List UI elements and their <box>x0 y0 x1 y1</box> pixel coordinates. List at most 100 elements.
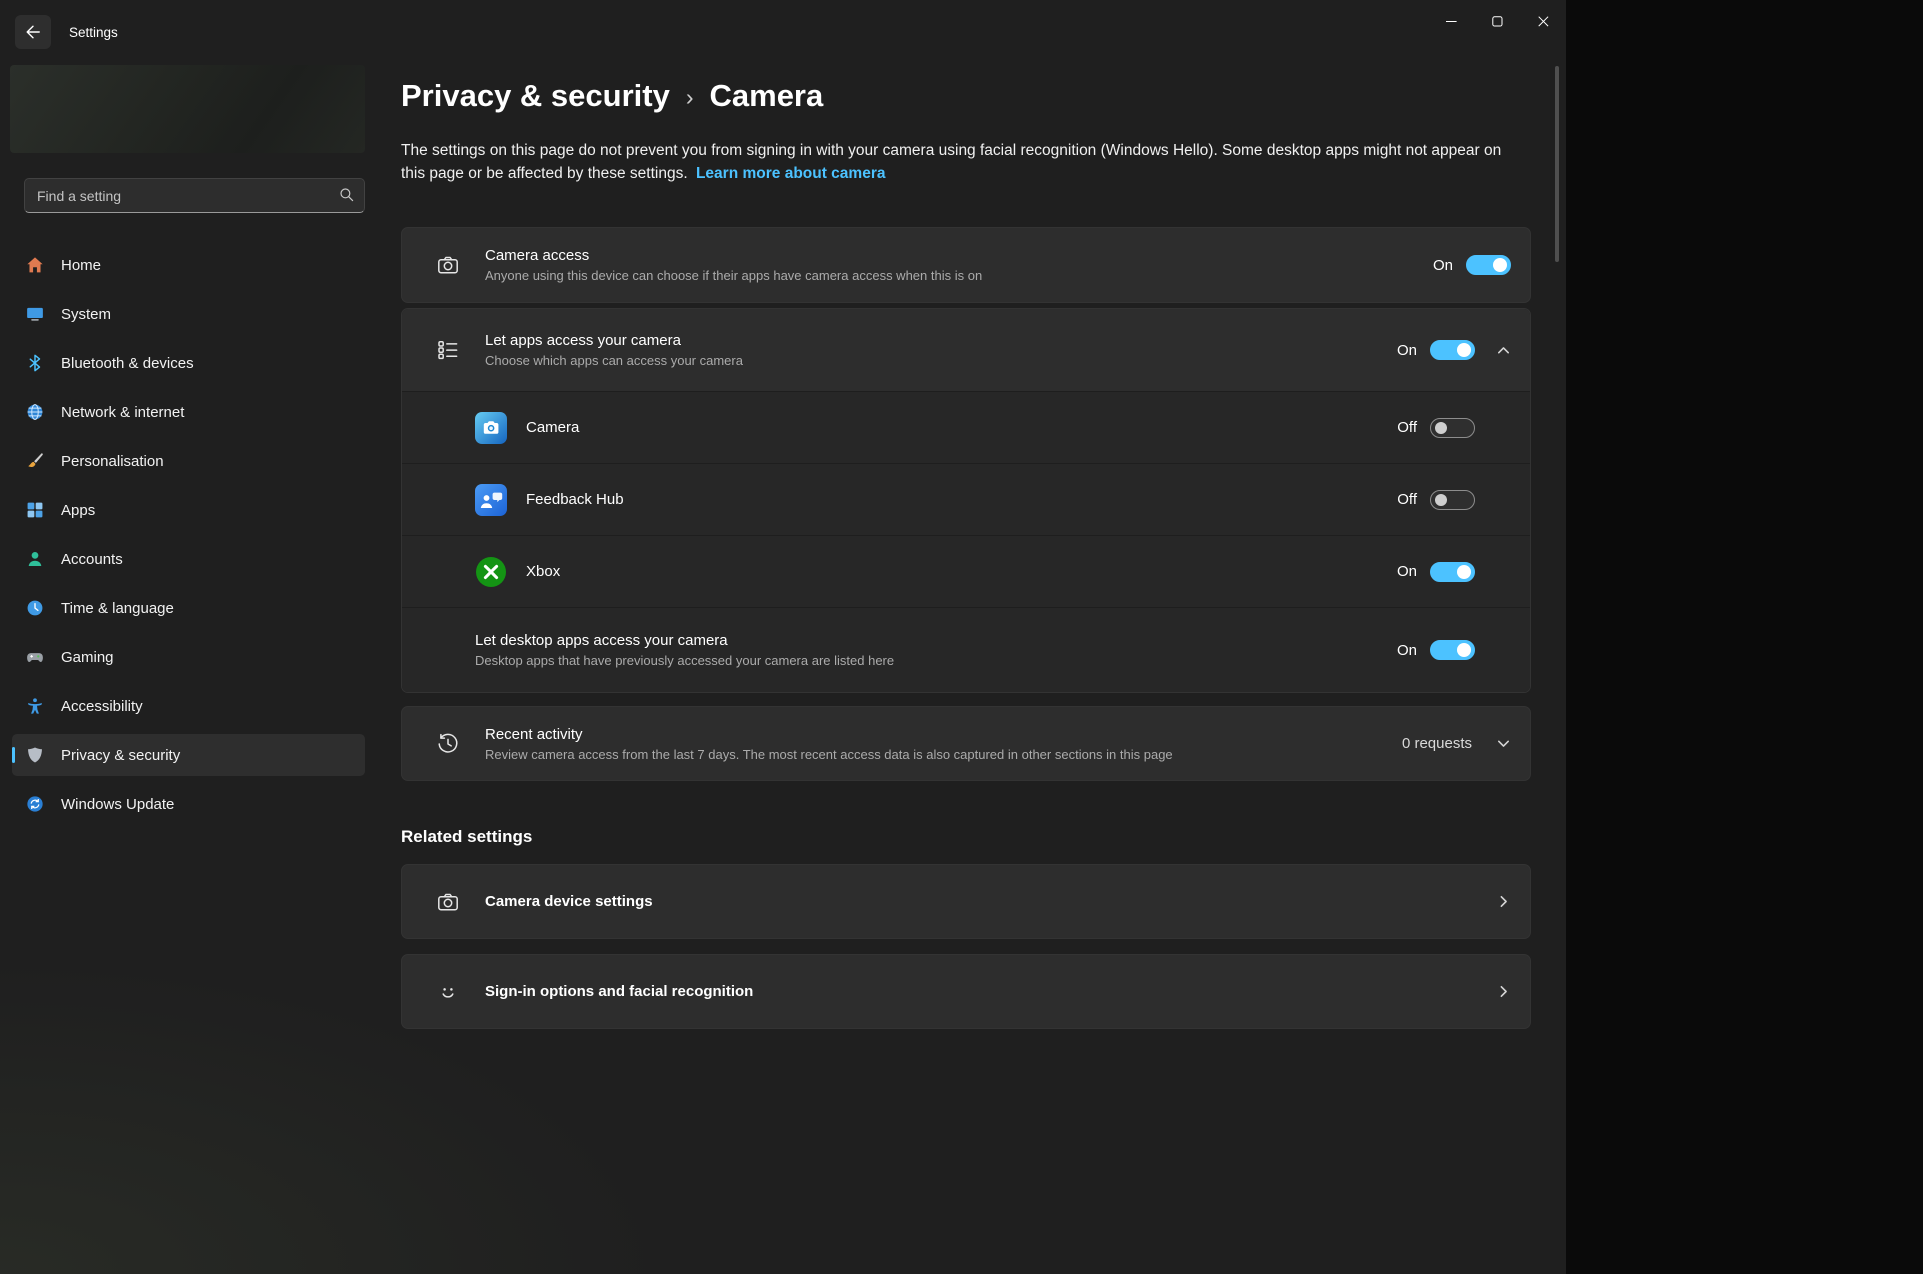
setting-description: Review camera access from the last 7 day… <box>485 747 1402 762</box>
setting-title: Let desktop apps access your camera <box>475 632 1397 649</box>
let-apps-header[interactable]: Let apps access your camera Choose which… <box>402 309 1530 391</box>
sidebar-item-accounts[interactable]: Accounts <box>12 538 365 580</box>
related-item-label: Sign-in options and facial recognition <box>485 983 1475 1000</box>
history-icon <box>436 732 460 756</box>
app-row-xbox: Xbox On <box>402 535 1530 607</box>
camera-icon <box>436 890 460 914</box>
sidebar-item-time-language[interactable]: Time & language <box>12 587 365 629</box>
toggle-state-label: On <box>1433 257 1453 274</box>
let-apps-toggle[interactable] <box>1430 340 1475 360</box>
sidebar-item-gaming[interactable]: Gaming <box>12 636 365 678</box>
breadcrumb: Privacy & security › Camera <box>401 78 1531 114</box>
recent-activity-card[interactable]: Recent activity Review camera access fro… <box>401 706 1531 781</box>
apps-list-icon <box>436 338 460 362</box>
personalisation-icon <box>26 452 44 470</box>
close-button[interactable] <box>1520 0 1566 42</box>
network-icon <box>26 403 44 421</box>
sidebar-item-system[interactable]: System <box>12 293 365 335</box>
learn-more-link[interactable]: Learn more about camera <box>696 165 886 182</box>
chevron-right-icon <box>1496 984 1511 999</box>
feedback-hub-icon <box>475 484 507 516</box>
setting-description: Choose which apps can access your camera <box>485 353 1397 368</box>
desktop-apps-toggle[interactable] <box>1430 640 1475 660</box>
camera-access-card: Camera access Anyone using this device c… <box>401 227 1531 303</box>
window-controls <box>1428 0 1566 42</box>
scrollbar-thumb[interactable] <box>1555 66 1559 262</box>
related-settings-heading: Related settings <box>401 827 1531 847</box>
search-icon <box>339 187 355 203</box>
page-title: Camera <box>710 78 824 114</box>
sidebar-item-apps[interactable]: Apps <box>12 489 365 531</box>
sidebar-item-label: Time & language <box>61 600 174 617</box>
setting-description: Anyone using this device can choose if t… <box>485 268 1433 283</box>
setting-description: Desktop apps that have previously access… <box>475 653 1397 668</box>
setting-title: Camera access <box>485 247 1433 264</box>
search-input[interactable] <box>24 178 365 213</box>
sidebar-item-home[interactable]: Home <box>12 244 365 286</box>
sidebar-item-accessibility[interactable]: Accessibility <box>12 685 365 727</box>
maximize-button[interactable] <box>1474 0 1520 42</box>
toggle-state-label: On <box>1397 342 1417 359</box>
sidebar-item-windows-update[interactable]: Windows Update <box>12 783 365 825</box>
system-icon <box>26 305 44 323</box>
sidebar-item-network-internet[interactable]: Network & internet <box>12 391 365 433</box>
face-icon <box>436 980 460 1004</box>
window-title: Settings <box>69 25 118 40</box>
minimize-button[interactable] <box>1428 0 1474 42</box>
desktop-apps-row: Let desktop apps access your camera Desk… <box>402 607 1530 692</box>
camera-access-toggle[interactable] <box>1466 255 1511 275</box>
sidebar-item-label: Bluetooth & devices <box>61 355 194 372</box>
privacy-security-icon <box>26 746 44 764</box>
sidebar-item-label: Windows Update <box>61 796 174 813</box>
profile-banner <box>10 65 365 153</box>
sidebar: Home System Bluetooth & devices <box>0 64 372 1274</box>
sidebar-item-personalisation[interactable]: Personalisation <box>12 440 365 482</box>
back-arrow-icon <box>25 24 41 40</box>
sidebar-item-label: Apps <box>61 502 95 519</box>
home-icon <box>26 256 44 274</box>
settings-window: Settings <box>0 0 1566 1274</box>
gaming-icon <box>26 648 44 666</box>
camera-device-settings-card[interactable]: Camera device settings <box>401 864 1531 939</box>
accounts-icon <box>26 550 44 568</box>
toggle-state-label: On <box>1397 563 1417 580</box>
breadcrumb-parent[interactable]: Privacy & security <box>401 78 670 114</box>
sidebar-item-label: Privacy & security <box>61 747 180 764</box>
related-item-label: Camera device settings <box>485 893 1475 910</box>
camera-icon <box>436 253 460 277</box>
chevron-right-icon <box>1496 894 1511 909</box>
let-apps-expander: Let apps access your camera Choose which… <box>401 308 1531 693</box>
setting-title: Let apps access your camera <box>485 332 1397 349</box>
chevron-up-icon[interactable] <box>1496 343 1511 358</box>
bluetooth-icon <box>26 354 44 372</box>
windows-update-icon <box>26 795 44 813</box>
sidebar-item-label: Personalisation <box>61 453 164 470</box>
app-name: Feedback Hub <box>526 491 624 508</box>
sidebar-item-label: System <box>61 306 111 323</box>
titlebar: Settings <box>0 0 1566 64</box>
app-name: Camera <box>526 419 579 436</box>
camera-app-icon <box>475 412 507 444</box>
sidebar-item-bluetooth-devices[interactable]: Bluetooth & devices <box>12 342 365 384</box>
sidebar-item-label: Home <box>61 257 101 274</box>
back-button[interactable] <box>15 15 51 49</box>
setting-title: Recent activity <box>485 726 1402 743</box>
sidebar-item-label: Network & internet <box>61 404 184 421</box>
feedback-hub-toggle[interactable] <box>1430 490 1475 510</box>
app-row-feedback-hub: Feedback Hub Off <box>402 463 1530 535</box>
sign-in-options-card[interactable]: Sign-in options and facial recognition <box>401 954 1531 1029</box>
apps-icon <box>26 501 44 519</box>
chevron-down-icon[interactable] <box>1496 736 1511 751</box>
toggle-state-label: On <box>1397 642 1417 659</box>
app-name: Xbox <box>526 563 560 580</box>
sidebar-item-label: Gaming <box>61 649 114 666</box>
toggle-state-label: Off <box>1397 491 1417 508</box>
toggle-state-label: Off <box>1397 419 1417 436</box>
sidebar-nav: Home System Bluetooth & devices <box>0 244 372 825</box>
recent-activity-count: 0 requests <box>1402 735 1472 752</box>
xbox-toggle[interactable] <box>1430 562 1475 582</box>
camera-app-toggle[interactable] <box>1430 418 1475 438</box>
intro-text: The settings on this page do not prevent… <box>401 142 1501 182</box>
sidebar-item-privacy-security[interactable]: Privacy & security <box>12 734 365 776</box>
time-language-icon <box>26 599 44 617</box>
